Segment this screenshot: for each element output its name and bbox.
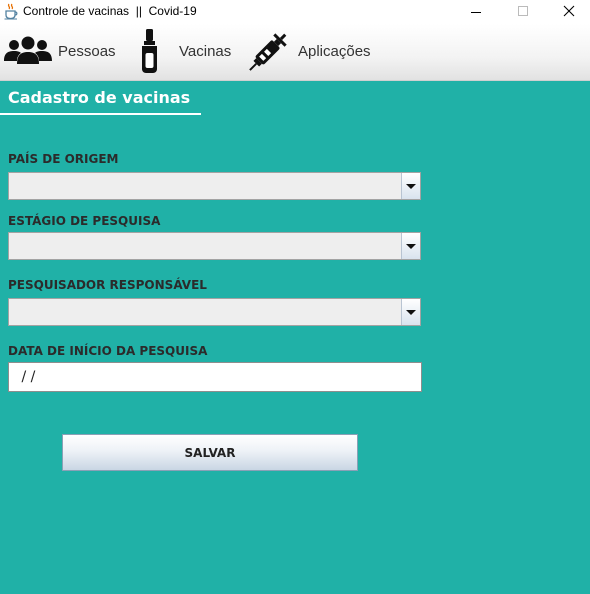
- country-select[interactable]: [8, 172, 421, 200]
- people-icon: [4, 36, 52, 64]
- page-title: Cadastro de vacinas: [8, 88, 191, 107]
- menu-item-label: Pessoas: [58, 43, 116, 60]
- country-label: PAÍS DE ORIGEM: [8, 152, 119, 166]
- title-underline: [0, 113, 201, 115]
- close-button[interactable]: [546, 0, 590, 24]
- window-title: Controle de vacinas || Covid-19: [23, 4, 197, 18]
- researcher-label: PESQUISADOR RESPONSÁVEL: [8, 278, 207, 292]
- menu-item-pessoas[interactable]: Pessoas: [4, 24, 116, 80]
- save-button-label: SALVAR: [184, 446, 236, 460]
- close-icon: [563, 5, 575, 17]
- form-panel: Cadastro de vacinas PAÍS DE ORIGEM ESTÁG…: [0, 81, 590, 594]
- chevron-down-icon[interactable]: [401, 299, 420, 325]
- start-date-value: / /: [17, 369, 36, 385]
- menu-item-aplicacoes[interactable]: Aplicações: [244, 24, 379, 80]
- maximize-icon: [518, 6, 528, 16]
- stage-label: ESTÁGIO DE PESQUISA: [8, 214, 161, 228]
- vial-icon: [142, 29, 157, 73]
- window-titlebar: Controle de vacinas || Covid-19: [0, 0, 590, 24]
- chevron-down-icon[interactable]: [401, 173, 420, 199]
- start-date-field[interactable]: / /: [8, 362, 422, 392]
- menu-item-label: Vacinas: [179, 43, 232, 60]
- maximize-button[interactable]: [500, 0, 546, 24]
- menu-item-label: Aplicações: [298, 43, 371, 60]
- minimize-icon: [471, 12, 481, 13]
- researcher-select[interactable]: [8, 298, 421, 326]
- minimize-button[interactable]: [453, 0, 499, 24]
- java-cup-icon: [4, 3, 18, 20]
- date-label: DATA DE INÍCIO DA PESQUISA: [8, 344, 208, 358]
- menu-item-vacinas[interactable]: Vacinas: [134, 24, 234, 80]
- stage-select[interactable]: [8, 232, 421, 260]
- syringe-icon: [249, 33, 287, 71]
- menu-bar: Pessoas Vacinas Aplicações: [0, 24, 590, 81]
- chevron-down-icon[interactable]: [401, 233, 420, 259]
- save-button[interactable]: SALVAR: [62, 434, 358, 471]
